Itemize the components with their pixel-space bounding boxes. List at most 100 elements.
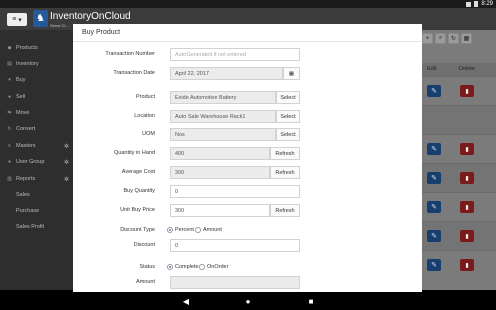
edit-icon[interactable]: ✎ xyxy=(427,201,441,213)
percent-radio[interactable] xyxy=(167,227,173,233)
tag-icon: ◆ xyxy=(7,45,12,51)
add-icon[interactable]: + xyxy=(422,33,433,44)
discount-label: Discount xyxy=(133,242,155,248)
product-select-button[interactable]: Select xyxy=(276,91,300,104)
convert-icon: ↻ xyxy=(7,126,12,132)
transaction-number-label: Transaction Number xyxy=(105,51,155,57)
sidebar-item-masters[interactable]: ≡ Masters ✲ xyxy=(0,138,75,154)
status-bar: 8:29 xyxy=(0,0,496,8)
sidebar-item-user-group[interactable]: ● User Group ✲ xyxy=(0,154,75,170)
chevron-down-icon: ▾ xyxy=(18,16,22,24)
complete-radio[interactable] xyxy=(167,264,173,270)
uom-input[interactable]: Nos xyxy=(170,128,276,141)
app-title: InventoryOnCloud xyxy=(50,11,131,22)
transaction-number-input[interactable]: AutoGenerated if not entered xyxy=(170,48,300,61)
complete-radio-label: Complete xyxy=(175,264,199,270)
table-row: ✎ ▮ xyxy=(418,76,496,105)
table-row: ✎ ▮ xyxy=(418,163,496,192)
transaction-date-row: Transaction Date April 22, 2017 ▦ xyxy=(73,67,422,81)
sidebar-item-reports[interactable]: ▥ Reports ✲ xyxy=(0,171,75,187)
amount-radio[interactable] xyxy=(195,227,201,233)
edit-icon[interactable]: ✎ xyxy=(427,143,441,155)
discount-type-label: Discount Type xyxy=(120,227,155,233)
refresh-icon[interactable]: ↻ xyxy=(448,33,459,44)
edit-icon[interactable]: ✎ xyxy=(427,85,441,97)
location-select-button[interactable]: Select xyxy=(276,110,300,123)
sidebar: ◆ Products ▤ Inventory ▾ Buy ● Sell ⇆ Move ↻ C… xyxy=(0,30,75,290)
battery-icon xyxy=(474,1,479,7)
buy-product-dialog: Buy Product Transaction Number AutoGener… xyxy=(73,24,422,292)
table-row: ✎ ▮ xyxy=(418,221,496,250)
trash-icon[interactable]: ▮ xyxy=(460,85,474,97)
gear-icon: ✲ xyxy=(63,176,69,183)
sidebar-subitem-purchase[interactable]: Purchase xyxy=(16,208,39,214)
column-header-edit: Edit xyxy=(427,66,437,72)
quantity-in-hand-label: Quantity in Hand xyxy=(114,150,155,156)
box-icon: ▤ xyxy=(7,61,12,67)
quantity-refresh-button[interactable]: Refresh xyxy=(270,147,300,160)
back-icon[interactable]: ◀ xyxy=(180,295,192,307)
cart-icon: ▾ xyxy=(8,77,11,83)
sidebar-subitem-sales[interactable]: Sales xyxy=(16,192,30,198)
trash-icon[interactable]: ▮ xyxy=(460,172,474,184)
product-input[interactable]: Exide Automotive Battery xyxy=(170,91,276,104)
discount-input[interactable]: 0 xyxy=(170,239,300,252)
trash-icon[interactable]: ▮ xyxy=(460,230,474,242)
transaction-number-row: Transaction Number AutoGenerated if not … xyxy=(73,48,422,62)
home-icon[interactable]: ● xyxy=(242,295,254,307)
uom-select-button[interactable]: Select xyxy=(276,128,300,141)
location-label: Location xyxy=(134,113,155,119)
uom-label: UOM xyxy=(142,131,155,137)
onorder-radio-label: OnOrder xyxy=(207,264,229,270)
status-row: Status Complete OnOrder xyxy=(73,261,422,275)
sidebar-item-move[interactable]: ⇆ Move xyxy=(0,105,75,121)
search-icon[interactable]: ⌕ xyxy=(435,33,446,44)
percent-radio-label: Percent xyxy=(175,227,194,233)
trash-icon[interactable]: ▮ xyxy=(460,201,474,213)
average-cost-refresh-button[interactable]: Refresh xyxy=(270,166,300,179)
dialog-title: Buy Product xyxy=(82,29,121,36)
trash-icon[interactable]: ▮ xyxy=(460,143,474,155)
edit-icon[interactable]: ✎ xyxy=(427,259,441,271)
table-row: ✎ ▮ xyxy=(418,192,496,221)
quantity-in-hand-row: Quantity in Hand 400 Refresh xyxy=(73,147,422,161)
buy-quantity-input[interactable]: 0 xyxy=(170,185,300,198)
onorder-radio[interactable] xyxy=(199,264,205,270)
discount-row: Discount 0 xyxy=(73,239,422,253)
edit-icon[interactable]: ✎ xyxy=(427,230,441,242)
chart-icon: ▥ xyxy=(7,176,12,182)
transaction-date-input[interactable]: April 22, 2017 xyxy=(170,67,283,80)
sidebar-item-sell[interactable]: ● Sell xyxy=(0,89,75,105)
quantity-in-hand-input: 400 xyxy=(170,147,270,160)
calendar-button[interactable]: ▦ xyxy=(283,67,300,80)
move-icon: ⇆ xyxy=(7,110,12,116)
columns-icon[interactable]: ▦ xyxy=(461,33,472,44)
hamburger-icon: ≡ xyxy=(12,16,17,23)
average-cost-label: Average Cost xyxy=(121,169,155,175)
table-row: ✎ ▮ xyxy=(418,250,496,279)
amount-input xyxy=(170,276,300,289)
unit-buy-price-input[interactable]: 300 xyxy=(170,204,270,217)
sidebar-item-inventory[interactable]: ▤ Inventory xyxy=(0,56,75,72)
list-icon: ≡ xyxy=(8,143,11,149)
recents-icon[interactable]: ■ xyxy=(305,295,317,307)
location-input[interactable]: Auto Sale Warehouse Rack1 xyxy=(170,110,276,123)
signal-icon xyxy=(466,1,472,7)
sidebar-subitem-sales-profit[interactable]: Sales Profit xyxy=(16,224,44,230)
gear-icon: ✲ xyxy=(63,143,69,150)
unit-price-refresh-button[interactable]: Refresh xyxy=(270,204,300,217)
status-time: 8:29 xyxy=(481,1,493,7)
buy-quantity-label: Buy Quantity xyxy=(123,188,156,194)
unit-buy-price-row: Unit Buy Price 300 Refresh xyxy=(73,204,422,218)
menu-button[interactable]: ≡ ▾ xyxy=(7,13,27,26)
transaction-date-label: Transaction Date xyxy=(113,70,155,76)
table-row: ✎ ▮ xyxy=(418,134,496,163)
table-header: Edit Delete xyxy=(418,63,496,76)
edit-icon[interactable]: ✎ xyxy=(427,172,441,184)
sidebar-item-products[interactable]: ◆ Products xyxy=(0,40,75,56)
trash-icon[interactable]: ▮ xyxy=(460,259,474,271)
sidebar-item-buy[interactable]: ▾ Buy xyxy=(0,72,75,88)
sidebar-item-convert[interactable]: ↻ Convert xyxy=(0,121,75,137)
product-label: Product xyxy=(136,94,155,100)
product-row: Product Exide Automotive Battery Select xyxy=(73,91,422,105)
